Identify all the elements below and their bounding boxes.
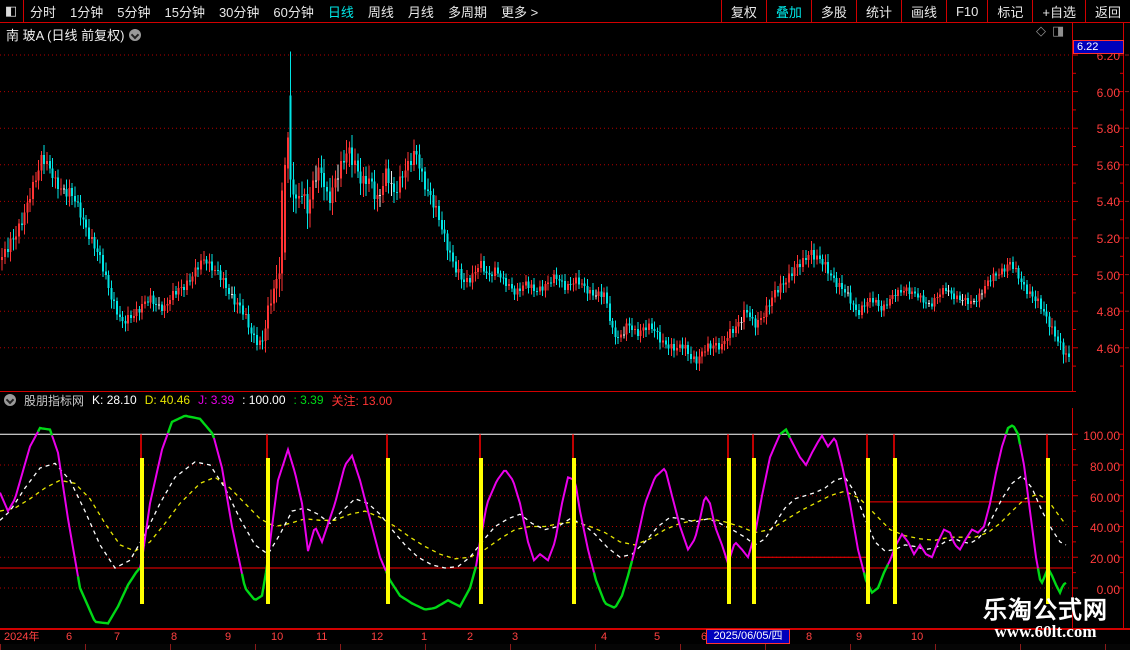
symbol-title-bar: 南 玻A (日线 前复权) [6, 25, 142, 44]
indicator-name: 股朋指标网 [24, 393, 85, 408]
indicator-value-: : 100.00 [242, 393, 286, 407]
indicator-header: 股朋指标网 K: 28.10 D: 40.46 J: 3.39 : 100.00 : 3… [0, 391, 1076, 408]
watermark-site-name: 乐淘公式网 [983, 597, 1108, 624]
frame-lines [0, 0, 1130, 650]
month-label: 7 [114, 631, 121, 643]
menu-item-60分钟[interactable]: 60分钟 [273, 2, 313, 21]
menu-item-复权[interactable]: 复权 [722, 2, 766, 21]
divider [425, 644, 426, 650]
clipped-bottom-toolbar [0, 644, 1130, 650]
indicator-value-关注: 关注: 13.00 [331, 393, 393, 408]
month-label: 1 [421, 631, 428, 643]
menu-item-F10[interactable]: F10 [947, 4, 987, 19]
price-tick-label: 5.80 [1096, 122, 1120, 137]
watermark: 乐淘公式网 www.60lt.com [983, 598, 1108, 641]
main-gridlines [0, 54, 1072, 349]
symbol-title: 南 玻A (日线 前复权) [6, 28, 125, 43]
price-axis-ticks [1072, 54, 1129, 367]
year-label: 2024年 [4, 631, 40, 643]
divider [85, 644, 86, 650]
chevron-down-icon[interactable] [4, 394, 16, 406]
month-label: 10 [271, 631, 284, 643]
divider [595, 644, 596, 650]
menu-item-15分钟[interactable]: 15分钟 [164, 2, 204, 21]
menu-item-画线[interactable]: 画线 [902, 2, 946, 21]
indicator-tick-label: 40.00 [1089, 521, 1120, 536]
divider [680, 644, 681, 650]
menu-item-更多 >[interactable]: 更多 > [501, 2, 538, 21]
month-label: 11 [316, 631, 328, 643]
chevron-down-icon[interactable] [129, 28, 142, 41]
divider [850, 644, 851, 650]
indicator-value-J: J: 3.39 [198, 393, 235, 407]
price-tick-label: 6.00 [1096, 85, 1120, 100]
trading-app-window: ◧ 分时 1分钟 5分钟 15分钟 30分钟 60分钟 日线 周线 月线 多周期 更多 > 复权 叠加… [0, 0, 1130, 650]
indicator-tick-label: 20.00 [1089, 552, 1120, 567]
menu-item-统计[interactable]: 统计 [857, 2, 901, 21]
divider [510, 644, 511, 650]
indicator-tick-label: 80.00 [1089, 459, 1120, 474]
kdj-curves [0, 414, 1067, 625]
month-label: 2 [467, 631, 474, 643]
indicator-tick-label: 0.00 [1096, 583, 1120, 597]
menu-item-分时[interactable]: 分时 [30, 2, 56, 21]
indicator-value-: : 3.39 [293, 393, 324, 407]
divider [170, 644, 171, 650]
menu-item-多股[interactable]: 多股 [812, 2, 856, 21]
pane-layout-icon[interactable]: ◨ [1052, 23, 1064, 39]
selected-date-badge: 2025/06/05/四 [706, 629, 790, 644]
month-label: 8 [171, 631, 178, 643]
menu-item-5分钟[interactable]: 5分钟 [117, 2, 150, 21]
menu-item-周线[interactable]: 周线 [368, 2, 394, 21]
menu-item-30分钟[interactable]: 30分钟 [219, 2, 259, 21]
tools-menu: 复权 叠加 多股 统计 画线 F10 标记 +自选 返回 [720, 0, 1130, 22]
date-axis[interactable]: 2024年 6 7 8 9 10 11 12 1 2 3 4 5 6 8 9 10 [0, 629, 1130, 645]
month-label: 6 [66, 631, 73, 643]
menu-item-标记[interactable]: 标记 [988, 2, 1032, 21]
month-label: 3 [512, 631, 519, 643]
menu-item-月线[interactable]: 月线 [408, 2, 434, 21]
period-menu: 分时 1分钟 5分钟 15分钟 30分钟 60分钟 日线 周线 月线 多周期 更多 > [30, 2, 538, 21]
indicator-value-D: D: 40.46 [144, 393, 191, 407]
month-label: 5 [654, 631, 661, 643]
menu-item-日线[interactable]: 日线 [328, 2, 354, 21]
watermark-url: www.60lt.com [994, 622, 1097, 642]
divider [1105, 644, 1106, 650]
pane-icons: ◇ ◨ [1036, 23, 1064, 39]
menu-item-多周期[interactable]: 多周期 [448, 2, 487, 21]
price-tick-label: 4.80 [1096, 305, 1120, 320]
signal-bars [140, 458, 1050, 604]
menu-item-1分钟[interactable]: 1分钟 [70, 2, 103, 21]
divider [765, 644, 766, 650]
diamond-icon[interactable]: ◇ [1036, 23, 1046, 39]
month-label: 8 [806, 631, 813, 643]
divider [255, 644, 256, 650]
chart-graphics [0, 0, 1130, 650]
month-label: 4 [601, 631, 608, 643]
divider [1020, 644, 1021, 650]
indicator-tick-label: 60.00 [1089, 490, 1120, 505]
divider [935, 644, 936, 650]
window-split-icon[interactable]: ◧ [5, 4, 19, 18]
divider [340, 644, 341, 650]
price-tick-label: 5.40 [1096, 195, 1120, 210]
menu-item-叠加[interactable]: 叠加 [767, 2, 811, 21]
price-tick-label: 4.60 [1096, 341, 1120, 356]
price-tick-label: 5.60 [1096, 158, 1120, 173]
month-label: 10 [911, 631, 924, 643]
indicator-value-K: K: 28.10 [92, 393, 137, 407]
max-price-badge: 6.22 [1073, 40, 1124, 54]
top-menu-bar: ◧ 分时 1分钟 5分钟 15分钟 30分钟 60分钟 日线 周线 月线 多周期 更多 > 复权 叠加… [0, 0, 1130, 23]
candlestick-layer [1, 51, 1070, 372]
price-tick-label: 5.00 [1096, 268, 1120, 283]
month-label: 9 [225, 631, 232, 643]
month-label: 12 [371, 631, 384, 643]
price-tick-label: 5.20 [1096, 232, 1120, 246]
menu-item-+自选[interactable]: +自选 [1033, 2, 1085, 21]
divider [0, 644, 1, 650]
indicator-tick-label: 100.00 [1083, 429, 1120, 444]
month-label: 9 [856, 631, 863, 643]
menu-item-返回[interactable]: 返回 [1086, 2, 1130, 21]
divider [23, 0, 24, 22]
